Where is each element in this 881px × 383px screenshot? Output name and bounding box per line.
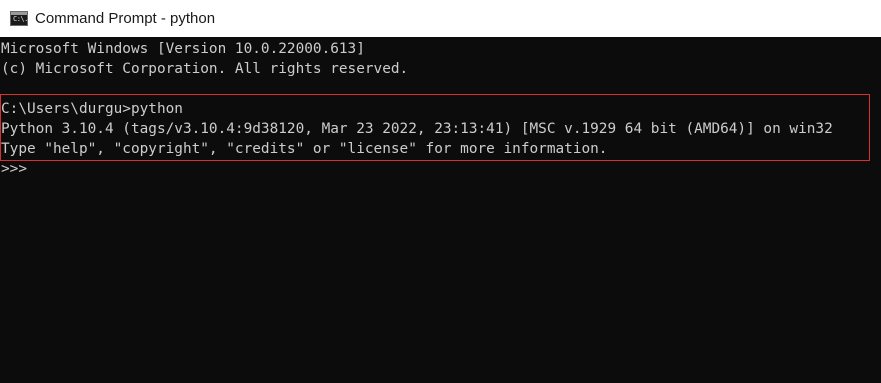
python-prompt[interactable]: >>> xyxy=(1,159,36,179)
window-title: Command Prompt - python xyxy=(35,10,216,27)
console-line: Microsoft Windows [Version 10.0.22000.61… xyxy=(1,41,365,57)
console-line: (c) Microsoft Corporation. All rights re… xyxy=(1,61,409,77)
console-output[interactable]: Microsoft Windows [Version 10.0.22000.61… xyxy=(0,37,881,383)
highlight-annotation-box xyxy=(0,94,870,161)
command-prompt-window: C:\. Command Prompt - python Microsoft W… xyxy=(0,0,881,383)
title-bar[interactable]: C:\. Command Prompt - python xyxy=(0,0,881,37)
cmd-icon-glyph: C:\. xyxy=(13,15,28,23)
cmd-icon: C:\. xyxy=(10,11,28,26)
